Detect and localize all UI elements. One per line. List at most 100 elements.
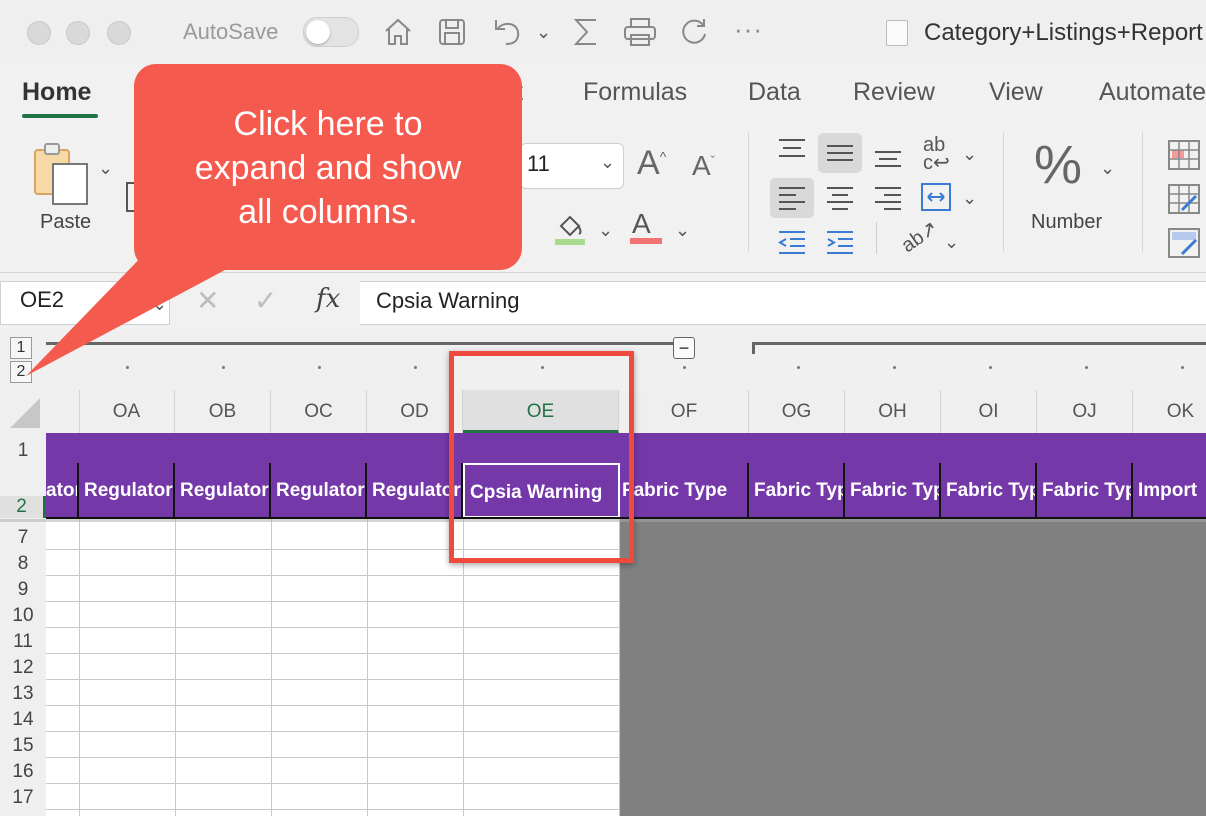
number-format-icon[interactable]: % xyxy=(1034,134,1082,196)
outline-dot xyxy=(126,366,129,369)
header-cell-OF[interactable]: Fabric Type xyxy=(620,463,749,518)
grid-line xyxy=(46,757,620,758)
column-header-partial[interactable] xyxy=(46,390,80,433)
insert-function-icon[interactable]: fx xyxy=(316,284,340,314)
font-color-icon[interactable]: A xyxy=(632,208,651,240)
header-cell-OJ[interactable]: Fabric Typ xyxy=(1037,463,1133,518)
row-header-17[interactable]: 17 xyxy=(0,787,46,809)
shrink-font-icon[interactable]: Aˇ xyxy=(692,150,715,182)
align-bottom-icon[interactable] xyxy=(872,138,904,168)
tab-review[interactable]: Review xyxy=(853,78,935,107)
header-cell-OK[interactable]: Import xyxy=(1133,463,1206,518)
name-box-value: OE2 xyxy=(20,287,65,312)
header-cell-OI[interactable]: Fabric Typ xyxy=(941,463,1037,518)
font-color-chevron-icon[interactable]: ⌄ xyxy=(675,220,690,241)
callout-text: Click here to expand and show all column… xyxy=(134,102,522,234)
tab-home[interactable]: Home xyxy=(22,78,91,107)
increase-indent-icon[interactable] xyxy=(824,228,856,256)
row-header-10[interactable]: 10 xyxy=(0,605,46,627)
minimize-window-button[interactable] xyxy=(66,21,90,45)
autosum-icon[interactable] xyxy=(570,16,602,48)
home-icon[interactable] xyxy=(382,16,414,48)
row-header-8[interactable]: 8 xyxy=(0,553,46,575)
align-top-icon[interactable] xyxy=(776,134,808,164)
align-middle-icon xyxy=(827,145,853,161)
column-header-OC[interactable]: OC xyxy=(271,390,367,433)
header-cell-OG[interactable]: Fabric Typ xyxy=(749,463,845,518)
row-header-11[interactable]: 11 xyxy=(0,631,46,653)
print-icon[interactable] xyxy=(622,16,658,48)
row-header-2[interactable]: 2 xyxy=(0,496,46,518)
row-header-13[interactable]: 13 xyxy=(0,683,46,705)
align-center-icon[interactable] xyxy=(824,183,856,213)
orientation-chevron-icon[interactable]: ⌄ xyxy=(944,232,959,253)
header-cell-OH[interactable]: Fabric Typ xyxy=(845,463,941,518)
undo-dropdown-chevron-icon[interactable]: ⌄ xyxy=(536,22,551,43)
name-box-chevron-icon[interactable]: ⌄ xyxy=(152,294,167,315)
close-window-button[interactable] xyxy=(27,21,51,45)
tab-data[interactable]: Data xyxy=(748,78,801,107)
merge-center-icon[interactable] xyxy=(920,182,952,212)
row-header-1[interactable]: 1 xyxy=(0,440,46,462)
wrap-text-chevron-icon[interactable]: ⌄ xyxy=(962,144,977,165)
column-header-OG[interactable]: OG xyxy=(749,390,845,433)
font-color-swatch xyxy=(630,238,662,244)
column-header-OK[interactable]: OK xyxy=(1133,390,1206,433)
row-header-16[interactable]: 16 xyxy=(0,761,46,783)
row-header-14[interactable]: 14 xyxy=(0,709,46,731)
row-header-9[interactable]: 9 xyxy=(0,579,46,601)
fill-color-icon[interactable] xyxy=(553,210,587,246)
outline-dot xyxy=(414,366,417,369)
conditional-formatting-icon[interactable] xyxy=(1168,140,1200,170)
select-all-corner[interactable] xyxy=(0,390,46,433)
zoom-window-button[interactable] xyxy=(107,21,131,45)
cell-grid[interactable] xyxy=(46,519,620,816)
grid-line xyxy=(271,519,272,816)
callout-line-3: all columns. xyxy=(238,193,418,231)
tab-view[interactable]: View xyxy=(989,78,1043,107)
orientation-icon[interactable]: ab↗ xyxy=(896,215,943,258)
column-header-OI[interactable]: OI xyxy=(941,390,1037,433)
merge-chevron-icon[interactable]: ⌄ xyxy=(962,188,977,209)
grid-line xyxy=(46,809,620,810)
wrap-text-icon[interactable]: ab c↩ xyxy=(923,135,950,173)
column-header-OF[interactable]: OF xyxy=(620,390,749,433)
outline-level-1-button[interactable]: 1 xyxy=(10,337,32,359)
more-commands-icon[interactable]: ··· xyxy=(734,14,763,45)
cell-styles-icon[interactable] xyxy=(1168,228,1200,258)
undo-icon[interactable] xyxy=(490,16,524,48)
align-right-icon[interactable] xyxy=(872,183,904,213)
tab-formulas[interactable]: Formulas xyxy=(583,78,687,107)
tab-automate[interactable]: Automate xyxy=(1099,78,1206,107)
outline-collapse-button[interactable]: − xyxy=(673,337,695,359)
cancel-entry-icon[interactable]: ✕ xyxy=(196,284,219,317)
paste-dropdown-chevron-icon[interactable]: ⌄ xyxy=(98,158,113,179)
column-header-OH[interactable]: OH xyxy=(845,390,941,433)
format-as-table-icon[interactable] xyxy=(1168,184,1200,214)
number-format-chevron-icon[interactable]: ⌄ xyxy=(1100,158,1115,179)
header-cell-partial[interactable]: ator xyxy=(46,463,79,518)
header-cell-OC[interactable]: Regulator xyxy=(271,463,367,518)
column-header-OJ[interactable]: OJ xyxy=(1037,390,1133,433)
row-header-15[interactable]: 15 xyxy=(0,735,46,757)
column-header-OA[interactable]: OA xyxy=(79,390,175,433)
column-highlight-box xyxy=(449,351,634,563)
paste-icon[interactable] xyxy=(33,142,95,212)
redo-icon[interactable] xyxy=(678,16,710,48)
callout-line-2: expand and show xyxy=(194,149,462,187)
column-header-OB[interactable]: OB xyxy=(175,390,271,433)
autosave-toggle[interactable] xyxy=(303,17,359,47)
header-cell-OB[interactable]: Regulator xyxy=(175,463,271,518)
row-header-7[interactable]: 7 xyxy=(0,527,46,549)
outline-dot xyxy=(222,366,225,369)
header-cell-OA[interactable]: Regulator xyxy=(79,463,175,518)
outline-dot xyxy=(797,366,800,369)
save-icon[interactable] xyxy=(436,16,468,48)
outline-level-2-button[interactable]: 2 xyxy=(10,361,32,383)
row-header-12[interactable]: 12 xyxy=(0,657,46,679)
decrease-indent-icon[interactable] xyxy=(776,228,808,256)
grow-font-icon[interactable]: A^ xyxy=(637,144,666,183)
confirm-entry-icon[interactable]: ✓ xyxy=(254,284,277,317)
fill-color-chevron-icon[interactable]: ⌄ xyxy=(598,220,613,241)
outline-dot xyxy=(683,366,686,369)
